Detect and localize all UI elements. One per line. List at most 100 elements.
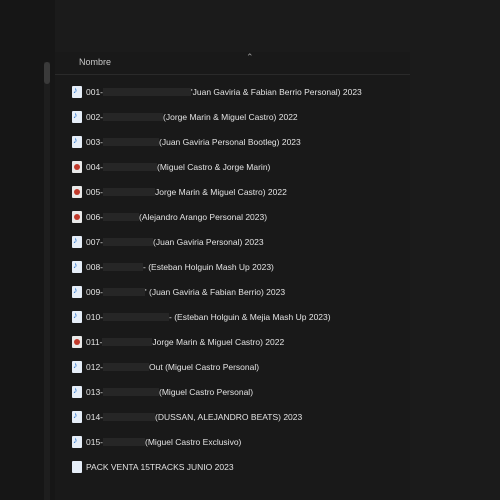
column-header-name[interactable]: Nombre — [79, 57, 111, 67]
file-row[interactable]: 003- (Juan Gaviria Personal Bootleg) 2023 — [55, 129, 410, 154]
file-name-suffix: (Miguel Castro Personal) — [159, 386, 254, 397]
redacted-region — [103, 163, 158, 172]
media-file-icon — [72, 185, 82, 198]
file-row[interactable]: 008- - (Esteban Holguin Mash Up 2023) — [55, 254, 410, 279]
audio-file-icon — [72, 135, 82, 148]
file-row[interactable]: 006- (Alejandro Arango Personal 2023) — [55, 204, 410, 229]
file-row[interactable]: 015- (Miguel Castro Exclusivo) — [55, 429, 410, 454]
file-name-suffix: Jorge Marin & Miguel Castro) 2022 — [155, 186, 287, 197]
redacted-region — [103, 188, 156, 197]
file-name-prefix: 005- — [86, 186, 104, 197]
file-name-prefix: 014- — [86, 411, 104, 422]
file-row[interactable]: 009- ' (Juan Gaviria & Fabian Berrio) 202… — [55, 279, 410, 304]
file-list: 001- 'Juan Gaviria & Fabian Berrio Person… — [55, 79, 410, 479]
file-row[interactable]: 007- (Juan Gaviria Personal) 2023 — [55, 229, 410, 254]
file-row[interactable]: PACK VENTA 15TRACKS JUNIO 2023 — [55, 454, 410, 479]
file-name: 012- Out (Miguel Castro Personal) — [86, 362, 259, 372]
file-icon — [72, 460, 82, 473]
chevron-up-icon: ⌃ — [246, 52, 254, 62]
file-name-prefix: 004- — [86, 161, 104, 172]
redacted-region — [102, 338, 153, 347]
audio-file-icon — [72, 410, 82, 423]
file-name-prefix: 015- — [86, 436, 104, 447]
file-name-prefix: 003- — [86, 136, 104, 147]
audio-file-icon — [72, 110, 82, 123]
redacted-region — [103, 113, 164, 122]
file-name-suffix: (Jorge Marin & Miguel Castro) 2022 — [163, 111, 298, 122]
column-header[interactable]: Nombre ⌃ — [55, 52, 410, 75]
file-name: 002- (Jorge Marin & Miguel Castro) 2022 — [86, 112, 298, 122]
file-name: 006- (Alejandro Arango Personal 2023) — [86, 212, 267, 222]
file-name: 010- - (Esteban Holguin & Mejia Mash Up 2… — [86, 312, 331, 322]
file-name-prefix: 007- — [86, 236, 104, 247]
redacted-region — [103, 413, 156, 422]
file-explorer-window: Nombre ⌃ 001- 'Juan Gaviria & Fabian Berr… — [0, 0, 500, 500]
file-name-prefix: 011- — [86, 336, 103, 347]
file-name: 008- - (Esteban Holguin Mash Up 2023) — [86, 262, 274, 272]
redacted-region — [103, 263, 144, 272]
file-name: 001- 'Juan Gaviria & Fabian Berrio Person… — [86, 87, 362, 97]
file-row[interactable]: 012- Out (Miguel Castro Personal) — [55, 354, 410, 379]
file-name: 014- (DUSSAN, ALEJANDRO BEATS) 2023 — [86, 412, 302, 422]
file-name-prefix: 010- — [86, 311, 104, 322]
audio-file-icon — [72, 435, 82, 448]
file-name-prefix: 001- — [86, 86, 104, 97]
file-name: 005- Jorge Marin & Miguel Castro) 2022 — [86, 187, 287, 197]
file-row[interactable]: 013- (Miguel Castro Personal) — [55, 379, 410, 404]
media-file-icon — [72, 210, 82, 223]
file-name: 007- (Juan Gaviria Personal) 2023 — [86, 237, 264, 247]
file-list-pane: Nombre ⌃ 001- 'Juan Gaviria & Fabian Berr… — [55, 52, 410, 500]
file-row[interactable]: 014- (DUSSAN, ALEJANDRO BEATS) 2023 — [55, 404, 410, 429]
file-name-suffix: Jorge Marin & Miguel Castro) 2022 — [152, 336, 285, 347]
file-name-suffix: PACK VENTA 15TRACKS JUNIO 2023 — [86, 461, 234, 472]
redacted-region — [103, 363, 150, 372]
file-name-suffix: (Juan Gaviria Personal Bootleg) 2023 — [159, 136, 301, 147]
audio-file-icon — [72, 285, 82, 298]
file-row[interactable]: 001- 'Juan Gaviria & Fabian Berrio Person… — [55, 79, 410, 104]
redacted-region — [103, 388, 160, 397]
media-file-icon — [72, 335, 82, 348]
file-name-prefix: 009- — [86, 286, 104, 297]
audio-file-icon — [72, 385, 82, 398]
file-name: 009- ' (Juan Gaviria & Fabian Berrio) 202… — [86, 287, 285, 297]
file-name-prefix: 013- — [86, 386, 104, 397]
redacted-region — [103, 238, 154, 247]
file-name: 003- (Juan Gaviria Personal Bootleg) 2023 — [86, 137, 301, 147]
redacted-region — [103, 313, 170, 322]
file-row[interactable]: 010- - (Esteban Holguin & Mejia Mash Up 2… — [55, 304, 410, 329]
file-name-suffix: (DUSSAN, ALEJANDRO BEATS) 2023 — [155, 411, 303, 422]
file-name: 004- (Miguel Castro & Jorge Marin) — [86, 162, 270, 172]
file-name-suffix: ' (Juan Gaviria & Fabian Berrio) 2023 — [145, 286, 286, 297]
file-row[interactable]: 002- (Jorge Marin & Miguel Castro) 2022 — [55, 104, 410, 129]
audio-file-icon — [72, 360, 82, 373]
redacted-region — [103, 88, 192, 97]
file-name-suffix: (Alejandro Arango Personal 2023) — [139, 211, 268, 222]
file-name-suffix: - (Esteban Holguin Mash Up 2023) — [143, 261, 274, 272]
file-name: 015- (Miguel Castro Exclusivo) — [86, 437, 241, 447]
file-row[interactable]: 005- Jorge Marin & Miguel Castro) 2022 — [55, 179, 410, 204]
audio-file-icon — [72, 235, 82, 248]
file-name-suffix: - (Esteban Holguin & Mejia Mash Up 2023) — [169, 311, 331, 322]
media-file-icon — [72, 160, 82, 173]
scrollbar-track[interactable] — [44, 62, 50, 500]
file-name-suffix: (Miguel Castro Exclusivo) — [145, 436, 242, 447]
file-name-suffix: 'Juan Gaviria & Fabian Berrio Personal) … — [191, 86, 362, 97]
scrollbar-thumb[interactable] — [44, 62, 50, 84]
file-name-prefix: 002- — [86, 111, 104, 122]
file-name-prefix: 008- — [86, 261, 104, 272]
redacted-region — [103, 288, 146, 297]
audio-file-icon — [72, 310, 82, 323]
file-name-suffix: Out (Miguel Castro Personal) — [149, 361, 260, 372]
file-name: 011- Jorge Marin & Miguel Castro) 2022 — [86, 337, 284, 347]
redacted-region — [103, 213, 140, 222]
file-name-suffix: (Juan Gaviria Personal) 2023 — [153, 236, 264, 247]
file-row[interactable]: 011- Jorge Marin & Miguel Castro) 2022 — [55, 329, 410, 354]
file-row[interactable]: 004- (Miguel Castro & Jorge Marin) — [55, 154, 410, 179]
redacted-region — [103, 438, 146, 447]
file-name-prefix: 006- — [86, 211, 104, 222]
audio-file-icon — [72, 85, 82, 98]
file-name-suffix: (Miguel Castro & Jorge Marin) — [157, 161, 271, 172]
audio-file-icon — [72, 260, 82, 273]
file-name-prefix: 012- — [86, 361, 104, 372]
redacted-region — [103, 138, 160, 147]
